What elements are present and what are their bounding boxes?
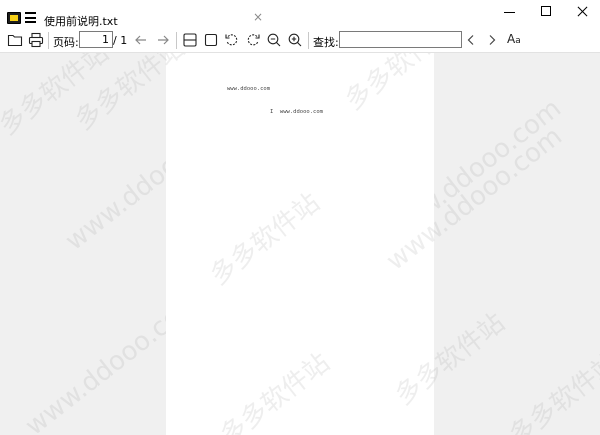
search-previous-icon[interactable] xyxy=(463,32,479,48)
page-label: 页码: xyxy=(53,36,79,49)
document-text-line: www.ddooo.com xyxy=(227,86,271,92)
document-page[interactable]: www.ddooo.com I www.ddooo.com 多多软件站 多多软件… xyxy=(70,53,568,435)
document-text-line: I www.ddooo.com xyxy=(270,109,323,115)
title-bar: 使用前说明.txt × xyxy=(0,0,600,29)
watermark-text: 多多软件站 xyxy=(69,53,191,137)
close-window-button[interactable] xyxy=(576,5,590,19)
open-folder-icon[interactable] xyxy=(7,32,23,48)
watermark-text: 多多软件站 xyxy=(389,307,511,412)
font-button-large-letter: A xyxy=(507,32,516,46)
app-logo-icon xyxy=(7,12,21,24)
watermark-text: 多多软件站 xyxy=(0,53,115,142)
search-label: 查找: xyxy=(313,36,339,49)
rotate-left-icon[interactable] xyxy=(224,32,240,48)
search-input[interactable] xyxy=(339,31,462,48)
watermark-text: 多多软件站 xyxy=(204,187,326,292)
menu-icon[interactable] xyxy=(25,12,36,23)
page-number-input[interactable]: 1 xyxy=(79,31,113,48)
maximize-button[interactable] xyxy=(540,5,554,19)
document-tab-title[interactable]: 使用前说明.txt xyxy=(44,13,118,29)
next-page-icon[interactable] xyxy=(155,32,171,48)
page-total: / 1 xyxy=(113,34,128,47)
rotate-right-icon[interactable] xyxy=(245,32,261,48)
fit-width-icon[interactable] xyxy=(182,32,198,48)
search-next-icon[interactable] xyxy=(484,32,500,48)
toolbar-separator xyxy=(48,32,49,49)
tab-close-icon[interactable]: × xyxy=(253,10,263,24)
watermark-text: www.ddooo.com xyxy=(381,121,568,277)
zoom-in-icon[interactable] xyxy=(287,32,303,48)
toolbar-separator xyxy=(308,32,309,49)
fit-page-icon[interactable] xyxy=(203,32,219,48)
font-button-small-letter: a xyxy=(515,36,521,46)
print-icon[interactable] xyxy=(28,32,44,48)
document-workspace[interactable]: 多多软件站 www.ddooo.com www.ddooo.com www.dd… xyxy=(0,53,600,435)
watermark-text: 多多软件站 xyxy=(503,347,600,435)
toolbar: 页码: 1 / 1 查找: Aa xyxy=(0,29,600,53)
toolbar-separator xyxy=(176,32,177,49)
watermark-text: 多多软件站 xyxy=(339,53,461,117)
font-settings-button[interactable]: Aa xyxy=(507,32,521,46)
previous-page-icon[interactable] xyxy=(133,32,149,48)
watermark-text: 多多软件站 xyxy=(214,347,336,435)
zoom-out-icon[interactable] xyxy=(266,32,282,48)
minimize-button[interactable] xyxy=(503,5,517,19)
